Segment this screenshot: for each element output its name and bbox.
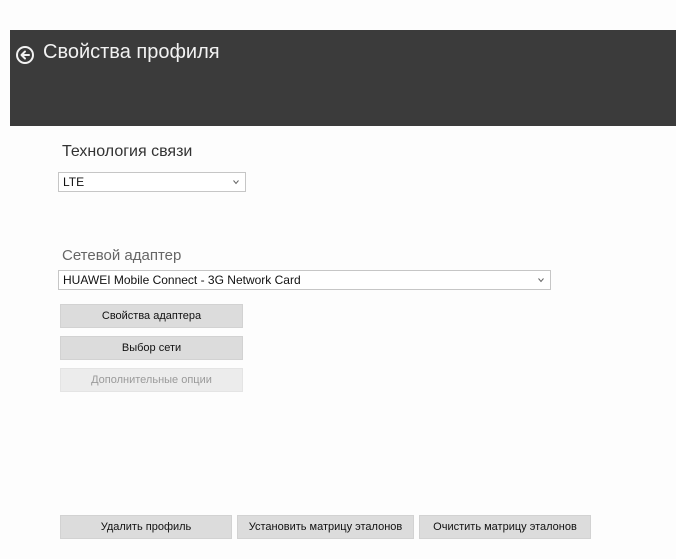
page-title: Свойства профиля <box>43 41 220 63</box>
chevron-down-icon <box>233 180 239 185</box>
technology-select-value: LTE <box>63 175 85 189</box>
adapter-properties-button[interactable]: Свойства адаптера <box>60 304 243 328</box>
delete-profile-button[interactable]: Удалить профиль <box>60 515 232 539</box>
clear-matrix-button[interactable]: Очистить матрицу эталонов <box>419 515 591 539</box>
technology-label: Технология связи <box>62 143 193 160</box>
back-arrow-circle-icon[interactable] <box>16 46 34 64</box>
adapter-select[interactable]: HUAWEI Mobile Connect - 3G Network Card <box>58 270 551 290</box>
set-matrix-button[interactable]: Установить матрицу эталонов <box>237 515 414 539</box>
chevron-down-icon <box>538 278 544 283</box>
network-select-button[interactable]: Выбор сети <box>60 336 243 360</box>
extra-options-button: Дополнительные опции <box>60 368 243 392</box>
adapter-label: Сетевой адаптер <box>62 247 182 264</box>
profile-properties-page: Свойства профиля Технология связи LTE Се… <box>0 0 676 559</box>
technology-select[interactable]: LTE <box>58 172 246 192</box>
adapter-select-value: HUAWEI Mobile Connect - 3G Network Card <box>63 273 301 287</box>
